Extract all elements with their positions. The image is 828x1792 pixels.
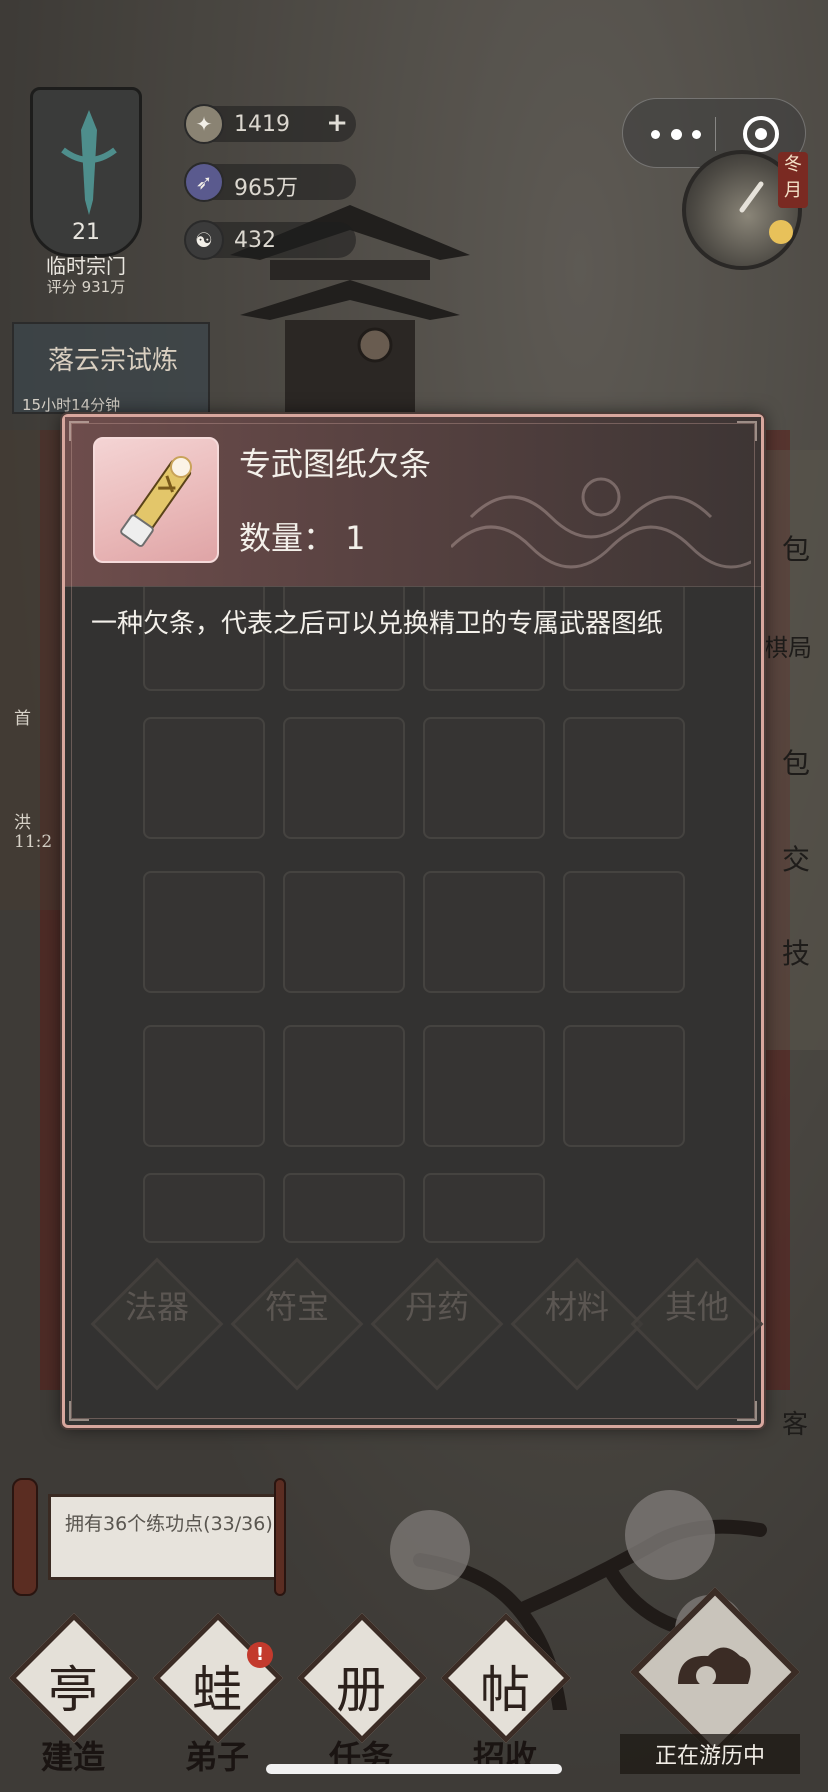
left-fragment: 洪	[14, 813, 31, 833]
close-miniprogram-button[interactable]	[743, 116, 779, 152]
practice-points-text: 拥有36个练功点(33/36)	[65, 1513, 273, 1535]
practice-scroll: 拥有36个练功点(33/36)	[48, 1494, 284, 1580]
month-label: 冬月	[778, 152, 808, 208]
yin-yang-icon: ☯	[184, 220, 224, 260]
resource-value: 432	[234, 228, 276, 253]
nav-label: 弟子	[184, 1738, 249, 1776]
resource-value: 1419	[234, 112, 290, 137]
trial-countdown: 15小时14分钟	[22, 396, 121, 414]
capsule-divider	[715, 117, 716, 151]
left-fragment: 11:2	[14, 832, 53, 852]
sect-emblem[interactable]: 21 临时宗门 评分 931万	[10, 52, 162, 302]
resource-spirit-stone[interactable]: ✦ 1419 +	[184, 104, 356, 144]
more-options-button[interactable]	[651, 121, 701, 147]
notification-badge: !	[247, 1642, 273, 1668]
scroll-book-icon: 册	[336, 1661, 386, 1719]
nav-recruit[interactable]: 帖 招收	[440, 1612, 572, 1782]
nav-label: 建造	[40, 1738, 105, 1776]
item-detail-modal[interactable]: 法器 符宝 丹药 材料 其他 专武图纸欠条 数量： 1 一种欠条，代表之后可以兑…	[62, 414, 764, 1428]
right-fragment: 交	[782, 843, 811, 876]
right-fragment: 包	[782, 533, 811, 566]
resource-yin-yang[interactable]: ☯ 432	[184, 220, 356, 260]
sword-icon	[61, 110, 117, 215]
nav-build[interactable]: 亭 建造	[8, 1612, 140, 1782]
cloud-icon	[678, 1647, 751, 1686]
add-resource-button[interactable]: +	[326, 108, 348, 138]
resource-value: 965万	[234, 176, 298, 201]
corner-ornament	[737, 1401, 757, 1421]
right-fragment: 棋局	[764, 634, 812, 662]
feather-icon: ➶	[184, 162, 224, 202]
pavilion-icon: 亭	[48, 1661, 98, 1719]
travel-status: 正在游历中	[620, 1734, 800, 1774]
invitation-card-icon: 帖	[480, 1661, 530, 1719]
modal-inner-border	[71, 423, 755, 1419]
nav-tasks[interactable]: 册 任务	[296, 1612, 428, 1782]
sect-level: 21	[72, 220, 100, 245]
left-fragment: 首	[14, 709, 31, 729]
corner-ornament	[69, 421, 89, 441]
spirit-stone-icon: ✦	[184, 104, 224, 144]
travel-button[interactable]: 正在游历中	[620, 1587, 800, 1782]
resource-feather[interactable]: ➶ 965万	[184, 162, 356, 202]
corner-ornament	[69, 1401, 89, 1421]
home-indicator[interactable]	[266, 1764, 562, 1774]
scroll-rod-left	[12, 1478, 38, 1596]
right-fragment: 技	[782, 937, 811, 970]
right-fragment: 客	[782, 1410, 809, 1440]
sect-score: 评分 931万	[46, 278, 126, 296]
practice-points-banner[interactable]: 拥有36个练功点(33/36)	[12, 1478, 286, 1596]
sect-trial-banner[interactable]: 落云宗试炼 15小时14分钟	[12, 322, 210, 414]
corner-ornament	[737, 421, 757, 441]
scroll-rod-right	[274, 1478, 286, 1596]
nav-disciples[interactable]: 蛙 ! 弟子	[152, 1612, 284, 1782]
sect-name: 临时宗门	[46, 254, 126, 278]
right-fragment: 包	[782, 747, 811, 780]
trial-title: 落云宗试炼	[47, 346, 178, 376]
